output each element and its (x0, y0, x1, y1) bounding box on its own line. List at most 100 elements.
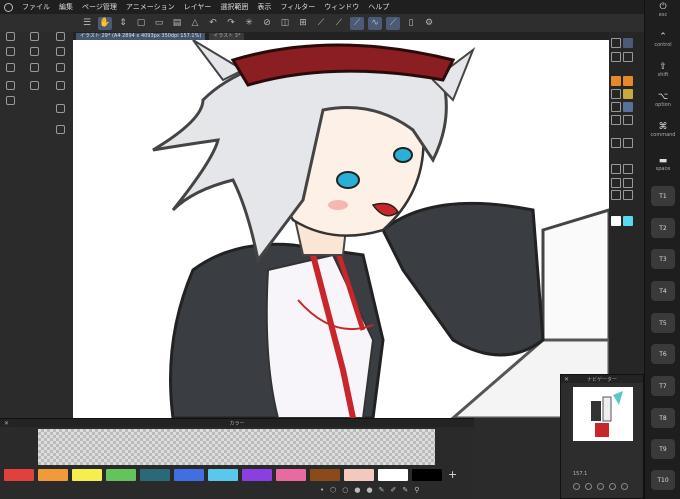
pencil-tool-icon[interactable] (623, 76, 633, 86)
tab-illust-29[interactable]: イラスト 29* (A4 2894 x 4093px 350dpi 157.1%… (76, 32, 206, 40)
transparent-color-area[interactable] (38, 429, 435, 465)
option-key[interactable]: ⌥ option (649, 92, 677, 108)
color-swatch-5[interactable] (174, 469, 204, 481)
rotate-right-icon[interactable] (609, 483, 616, 490)
menu-animation[interactable]: アニメーション (126, 2, 175, 12)
menu-toggle-icon[interactable]: ☰ (80, 17, 94, 30)
eyedropper-icon[interactable] (623, 52, 633, 62)
sub-color-swatch[interactable] (623, 216, 633, 226)
menu-view[interactable]: 表示 (257, 2, 271, 12)
zoom-out-icon[interactable] (573, 483, 580, 490)
open-folder-icon[interactable]: ▭ (152, 17, 166, 30)
line-fix-tool-icon[interactable] (623, 190, 633, 200)
line-icon[interactable]: ⟋ (386, 16, 400, 30)
menu-layer[interactable]: レイヤー (184, 2, 212, 12)
color-swatch-4[interactable] (140, 469, 170, 481)
main-color-swatch[interactable] (611, 216, 621, 226)
stamp-icon[interactable] (56, 104, 65, 113)
brush-tool-icon[interactable] (611, 89, 621, 99)
redo-icon[interactable]: ↷ (224, 17, 238, 30)
stroke-icon[interactable]: ⟋ (350, 16, 364, 30)
crop-icon[interactable] (56, 125, 65, 134)
eyedropper-icon[interactable]: ⚲ (414, 486, 419, 494)
menu-window[interactable]: ウィンドウ (324, 2, 359, 12)
loading-icon[interactable]: ✳ (242, 17, 256, 30)
stepper-icon[interactable]: ⇕ (116, 17, 130, 30)
figure-tool-icon[interactable] (611, 164, 621, 174)
close-icon[interactable]: ✕ (4, 420, 9, 427)
history-icon[interactable] (6, 81, 15, 90)
t10-key[interactable]: T10 (651, 470, 675, 490)
export-icon[interactable]: △ (188, 17, 202, 30)
pen-tool-icon[interactable] (611, 76, 621, 86)
color-swatch-10[interactable] (344, 469, 374, 481)
save-icon[interactable]: ▤ (170, 17, 184, 30)
hand-tool-icon[interactable]: ✋ (98, 16, 112, 30)
add-color-button[interactable]: + (448, 468, 457, 481)
circle-icon[interactable]: ○ (342, 486, 348, 494)
balloon-tool-icon[interactable] (623, 178, 633, 188)
space-key[interactable]: ▬ space (649, 156, 677, 172)
ruler-icon[interactable]: ⟋ (314, 17, 328, 30)
large-dot-icon[interactable]: ● (366, 486, 372, 494)
color-swatch-0[interactable] (4, 469, 34, 481)
search-icon[interactable] (56, 81, 65, 90)
clear-icon[interactable]: ⊘ (260, 17, 274, 30)
menu-help[interactable]: ヘルプ (368, 2, 389, 12)
t3-key[interactable]: T3 (651, 249, 675, 269)
reset-icon[interactable] (621, 483, 628, 490)
tab-illust-3[interactable]: イラスト 3* (209, 32, 245, 40)
layer-icon[interactable] (6, 47, 15, 56)
color-swatch-3[interactable] (106, 469, 136, 481)
undo-icon[interactable]: ↶ (206, 17, 220, 30)
zoom-tool-icon[interactable] (611, 38, 621, 48)
app-logo-icon[interactable] (4, 2, 13, 12)
book-icon[interactable] (6, 96, 15, 105)
color-swatch-1[interactable] (38, 469, 68, 481)
drawing-canvas[interactable] (73, 40, 609, 418)
brush-icon[interactable]: ✐ (390, 486, 396, 494)
timeline-icon[interactable] (6, 63, 15, 72)
color-swatch-9[interactable] (310, 469, 340, 481)
eraser-tool-icon[interactable] (611, 102, 621, 112)
color-swatch-2[interactable] (72, 469, 102, 481)
folder-icon[interactable] (30, 63, 39, 72)
hexagon-icon[interactable]: ⬡ (330, 486, 336, 494)
marker-icon[interactable]: ✎ (402, 486, 408, 494)
curve-icon[interactable]: ∿ (368, 16, 382, 30)
new-file-icon[interactable]: ▢ (134, 17, 148, 30)
color-swatch-8[interactable] (276, 469, 306, 481)
rotate-left-icon[interactable] (597, 483, 604, 490)
device-icon[interactable]: ▯ (404, 17, 418, 30)
settings-icon[interactable] (6, 32, 15, 41)
menu-selection[interactable]: 選択範囲 (220, 2, 248, 12)
small-dot-icon[interactable]: • (320, 486, 324, 494)
airbrush-icon[interactable] (56, 63, 65, 72)
transform-icon[interactable]: ⊞ (296, 17, 310, 30)
shift-key[interactable]: ⇧ shift (649, 62, 677, 78)
navigator-thumbnail[interactable] (573, 387, 633, 441)
brush-icon[interactable] (56, 32, 65, 41)
fill-icon[interactable]: ◫ (278, 17, 292, 30)
lasso-tool-icon[interactable] (623, 115, 633, 125)
airbrush-tool-icon[interactable] (623, 89, 633, 99)
menu-page[interactable]: ページ管理 (82, 2, 117, 12)
t2-key[interactable]: T2 (651, 218, 675, 238)
zoom-in-icon[interactable] (585, 483, 592, 490)
t5-key[interactable]: T5 (651, 313, 675, 333)
t4-key[interactable]: T4 (651, 281, 675, 301)
text-tool-icon[interactable] (611, 190, 621, 200)
menu-file[interactable]: ファイル (22, 2, 50, 12)
info-icon[interactable] (30, 81, 39, 90)
control-key[interactable]: ⌃ control (649, 32, 677, 48)
t6-key[interactable]: T6 (651, 344, 675, 364)
pen-icon[interactable]: ✎ (379, 486, 385, 494)
color-swatch-11[interactable] (378, 469, 408, 481)
color-swatch-7[interactable] (242, 469, 272, 481)
menu-filter[interactable]: フィルター (280, 2, 315, 12)
command-key[interactable]: ⌘ command (649, 122, 677, 138)
t9-key[interactable]: T9 (651, 439, 675, 459)
frame-tool-icon[interactable] (623, 164, 633, 174)
t8-key[interactable]: T8 (651, 408, 675, 428)
menu-edit[interactable]: 編集 (59, 2, 73, 12)
